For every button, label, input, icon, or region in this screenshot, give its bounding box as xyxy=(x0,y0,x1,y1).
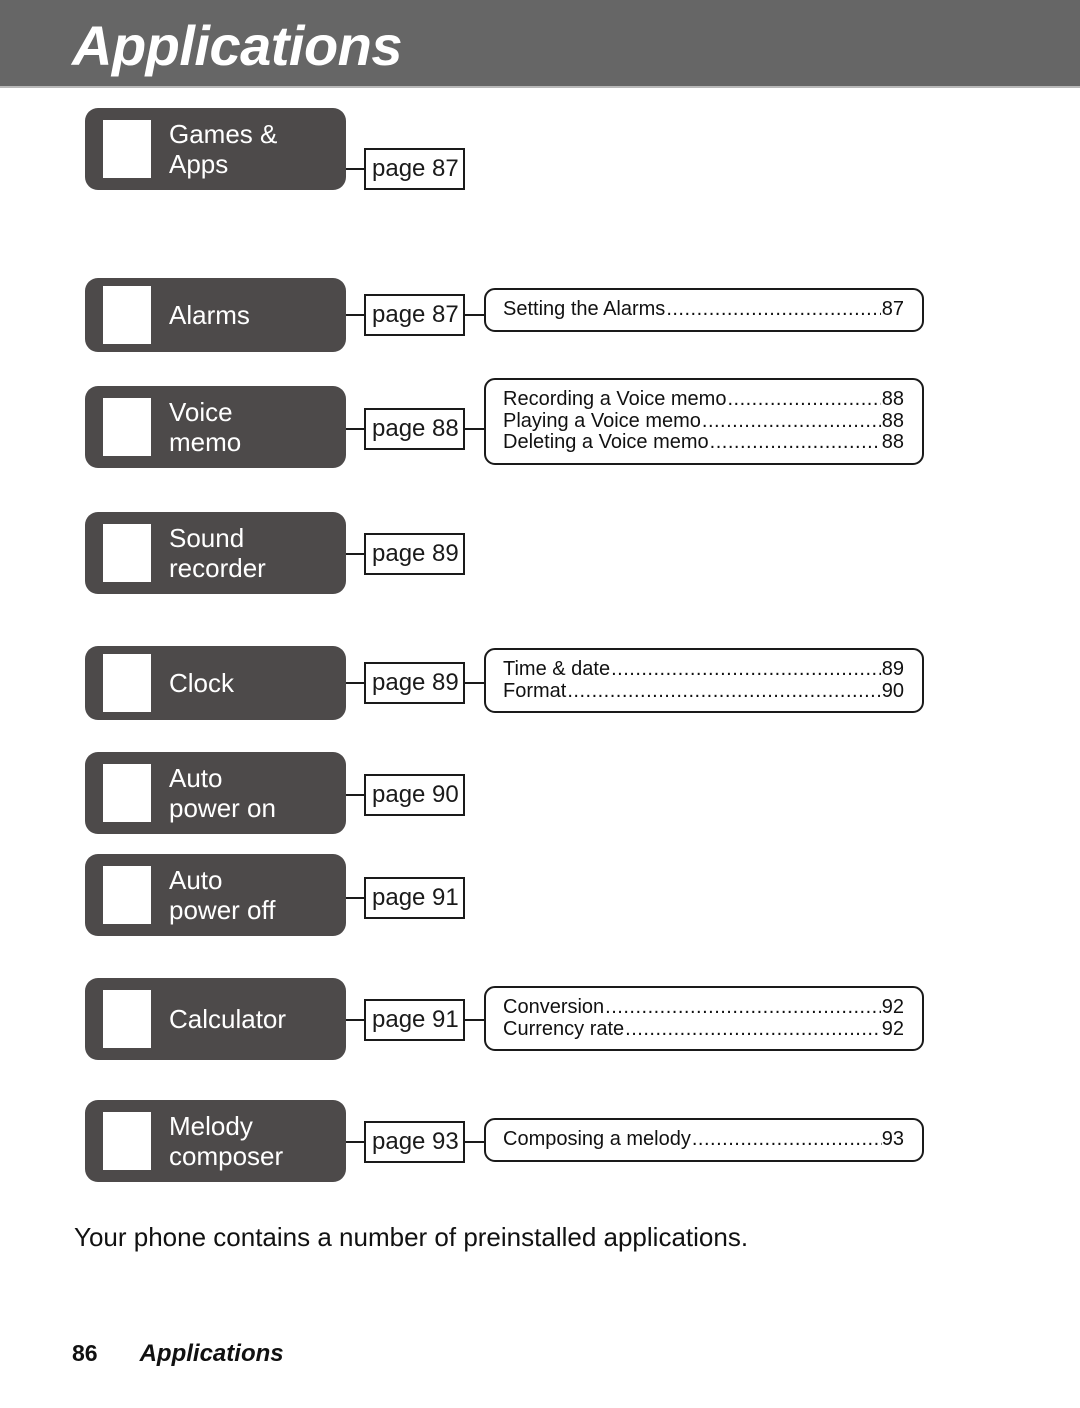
detail-box-alarms: Setting the Alarms .....................… xyxy=(484,288,924,332)
page-footer: 86 Applications xyxy=(72,1340,284,1368)
detail-line: Setting the Alarms .....................… xyxy=(503,298,904,321)
app-icon-placeholder-icon xyxy=(103,398,151,456)
leader-dots: ........................................… xyxy=(666,299,880,320)
connector-line-left xyxy=(346,1019,364,1021)
page-reference-alarms[interactable]: page 87 xyxy=(364,294,465,336)
detail-box-calculator: Conversion .............................… xyxy=(484,986,924,1051)
page-header-band: Applications xyxy=(0,0,1080,88)
page-reference-voice-memo[interactable]: page 88 xyxy=(364,408,465,450)
detail-line: Recording a Voice memo .................… xyxy=(503,388,904,411)
page-reference-clock[interactable]: page 89 xyxy=(364,662,465,704)
footer-section-name: Applications xyxy=(139,1340,284,1367)
detail-text: Time & date xyxy=(503,658,611,680)
detail-page-number: 93 xyxy=(881,1128,904,1150)
app-box-auto-power-off[interactable]: Auto power off xyxy=(85,854,346,936)
leader-dots: ........................................… xyxy=(709,432,881,453)
page-reference-sound-recorder[interactable]: page 89 xyxy=(364,533,465,575)
app-icon-placeholder-icon xyxy=(103,524,151,582)
app-label: Auto power off xyxy=(169,865,276,925)
detail-line: Deleting a Voice memo ..................… xyxy=(503,431,904,454)
detail-line: Time & date ............................… xyxy=(503,658,904,681)
app-box-voice-memo[interactable]: Voice memo xyxy=(85,386,346,468)
page-title: Applications xyxy=(72,14,403,77)
detail-line: Playing a Voice memo ...................… xyxy=(503,409,904,433)
app-label: Calculator xyxy=(169,1004,287,1034)
app-icon-placeholder-icon xyxy=(103,764,151,822)
leader-dots: ........................................… xyxy=(625,1018,881,1040)
app-label: Sound recorder xyxy=(169,523,266,583)
page-reference-auto-power-on[interactable]: page 90 xyxy=(364,774,465,816)
app-box-alarms[interactable]: Alarms xyxy=(85,278,346,352)
app-icon-placeholder-icon xyxy=(103,1112,151,1170)
app-icon-placeholder-icon xyxy=(103,120,151,178)
app-icon-placeholder-icon xyxy=(103,286,151,344)
detail-page-number: 92 xyxy=(881,996,904,1018)
connector-line-right xyxy=(465,682,484,684)
app-icon-placeholder-icon xyxy=(103,990,151,1048)
detail-text: Composing a melody xyxy=(503,1128,691,1150)
app-box-auto-power-on[interactable]: Auto power on xyxy=(85,752,346,834)
detail-page-number: 92 xyxy=(881,1017,904,1040)
app-icon-placeholder-icon xyxy=(103,654,151,712)
app-label: Auto power on xyxy=(169,763,276,823)
detail-box-clock: Time & date ............................… xyxy=(484,648,924,713)
connector-line-left xyxy=(346,428,364,430)
connector-line-left xyxy=(346,553,364,555)
app-icon-placeholder-icon xyxy=(103,866,151,924)
detail-text: Recording a Voice memo xyxy=(503,388,727,410)
app-box-calculator[interactable]: Calculator xyxy=(85,978,346,1060)
detail-line: Composing a melody .....................… xyxy=(503,1128,904,1151)
app-label: Games & Apps xyxy=(169,119,278,179)
applications-overview-diagram: Games & Apps page 87 Alarms page 87 Sett… xyxy=(0,88,1080,1188)
detail-line: Format .................................… xyxy=(503,679,904,703)
leader-dots: ........................................… xyxy=(691,1129,882,1150)
leader-dots: ........................................… xyxy=(605,997,881,1018)
footer-page-number: 86 xyxy=(72,1340,98,1366)
connector-line-left xyxy=(346,1141,364,1143)
detail-box-voice-memo: Recording a Voice memo .................… xyxy=(484,378,924,465)
app-label: Melody composer xyxy=(169,1111,284,1171)
connector-line-left xyxy=(346,794,364,796)
detail-text: Setting the Alarms xyxy=(503,298,666,320)
detail-page-number: 88 xyxy=(881,409,904,432)
app-box-melody-composer[interactable]: Melody composer xyxy=(85,1100,346,1182)
connector-line-right xyxy=(465,428,484,430)
leader-dots: ........................................… xyxy=(701,410,881,432)
connector-line-left xyxy=(346,168,364,170)
leader-dots: ........................................… xyxy=(567,680,880,702)
detail-box-melody-composer: Composing a melody .....................… xyxy=(484,1118,924,1162)
connector-line-right xyxy=(465,1141,484,1143)
connector-line-left xyxy=(346,314,364,316)
app-label: Clock xyxy=(169,668,235,698)
detail-line: Conversion .............................… xyxy=(503,996,904,1019)
detail-text: Format xyxy=(503,679,567,702)
detail-page-number: 88 xyxy=(881,388,904,410)
detail-text: Playing a Voice memo xyxy=(503,409,701,432)
leader-dots: ........................................… xyxy=(727,389,880,410)
connector-line-right xyxy=(465,314,484,316)
page-reference-games-apps[interactable]: page 87 xyxy=(364,148,465,190)
page-reference-auto-power-off[interactable]: page 91 xyxy=(364,877,465,919)
detail-page-number: 88 xyxy=(881,431,904,453)
detail-text: Deleting a Voice memo xyxy=(503,431,709,453)
app-box-games-apps[interactable]: Games & Apps xyxy=(85,108,346,190)
app-box-sound-recorder[interactable]: Sound recorder xyxy=(85,512,346,594)
detail-line: Currency rate ..........................… xyxy=(503,1017,904,1041)
intro-paragraph: Your phone contains a number of preinsta… xyxy=(74,1222,749,1252)
page-reference-melody-composer[interactable]: page 93 xyxy=(364,1121,465,1163)
detail-page-number: 89 xyxy=(881,658,904,680)
connector-line-left xyxy=(346,682,364,684)
detail-page-number: 90 xyxy=(881,679,904,702)
app-label: Alarms xyxy=(169,300,250,330)
connector-line-left xyxy=(346,897,364,899)
detail-page-number: 87 xyxy=(881,298,904,320)
leader-dots: ........................................… xyxy=(611,659,881,680)
detail-text: Conversion xyxy=(503,996,605,1018)
app-label: Voice memo xyxy=(169,397,242,457)
page-reference-calculator[interactable]: page 91 xyxy=(364,999,465,1041)
app-box-clock[interactable]: Clock xyxy=(85,646,346,720)
detail-text: Currency rate xyxy=(503,1017,625,1040)
connector-line-right xyxy=(465,1019,484,1021)
